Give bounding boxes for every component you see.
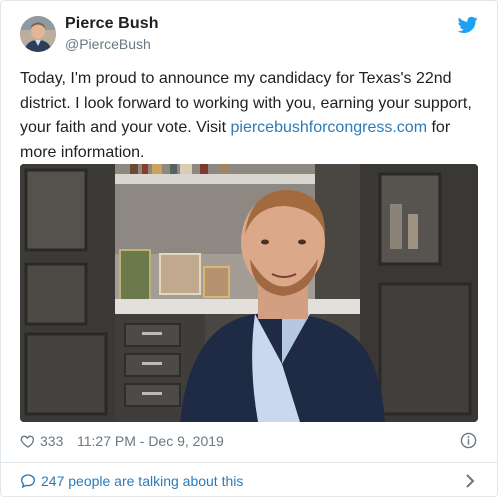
author-handle[interactable]: @PierceBush bbox=[65, 36, 151, 52]
video-frame-image bbox=[20, 164, 478, 422]
footer-divider bbox=[1, 462, 497, 463]
tweet-timestamp[interactable]: 11:27 PM - Dec 9, 2019 bbox=[77, 433, 224, 449]
author-avatar[interactable] bbox=[20, 16, 56, 52]
conversation-count-label: 247 people are talking about this bbox=[41, 473, 244, 489]
video-thumbnail[interactable] bbox=[20, 164, 478, 422]
twitter-bird-icon[interactable] bbox=[458, 16, 478, 34]
info-icon[interactable] bbox=[460, 432, 477, 449]
speech-bubble-icon bbox=[20, 474, 36, 489]
chevron-right-icon bbox=[466, 474, 475, 488]
campaign-website-link[interactable]: piercebushforcongress.com bbox=[230, 119, 427, 136]
tweet-text-line-1: Today, I'm proud to announce my candidac… bbox=[20, 70, 452, 87]
tweet-text: Today, I'm proud to announce my candidac… bbox=[20, 67, 482, 165]
tweet-text-line-4: more information. bbox=[20, 143, 145, 161]
heart-icon[interactable] bbox=[20, 433, 36, 449]
tweet-text-line-2: district. I look forward to working with… bbox=[20, 94, 472, 112]
like-count[interactable]: 333 bbox=[40, 433, 63, 449]
profile-photo-icon bbox=[20, 16, 56, 52]
author-display-name[interactable]: Pierce Bush bbox=[65, 15, 159, 33]
conversation-link[interactable]: 247 people are talking about this bbox=[20, 471, 479, 493]
tweet-text-after-link: for bbox=[427, 119, 451, 136]
tweet-card: Pierce Bush @PierceBush Today, I'm proud… bbox=[0, 0, 498, 497]
tweet-footer: 333 11:27 PM - Dec 9, 2019 bbox=[20, 431, 479, 453]
tweet-text-line-3: your faith and your vote. Visit bbox=[20, 119, 231, 136]
